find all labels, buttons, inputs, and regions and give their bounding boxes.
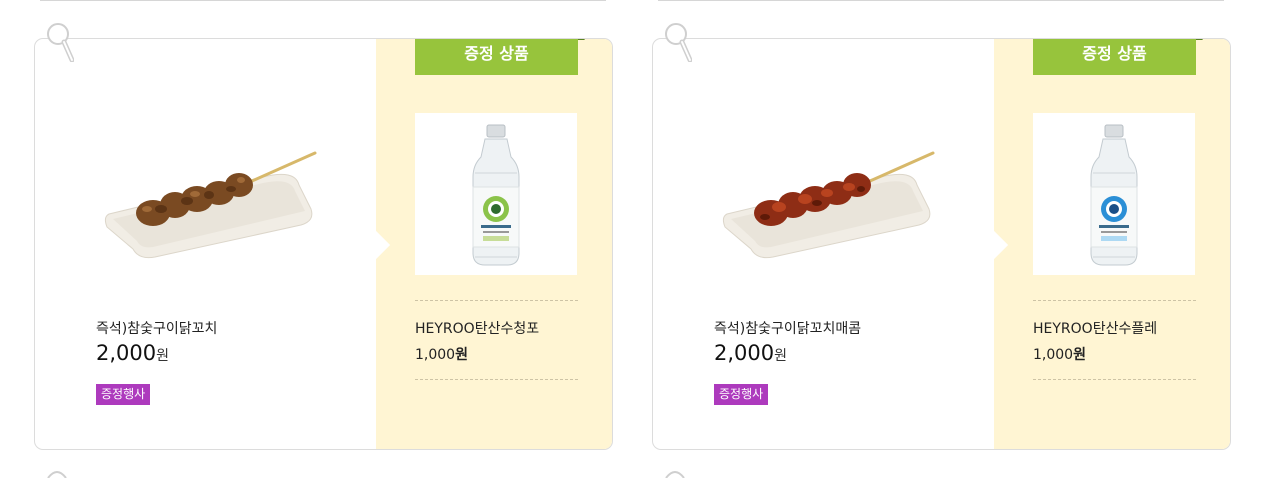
- gift-ribbon: 증정 상품: [415, 39, 585, 75]
- price-value: 2,000: [714, 341, 775, 365]
- product-card-1[interactable]: 즉석)참숯구이닭꼬치 2,000원 증정행사 증정 상품 HEYROO탄산수청포…: [34, 38, 613, 450]
- gift-divider-top: [415, 300, 578, 301]
- magnifier-icon[interactable]: [662, 22, 692, 62]
- price-unit: 원: [156, 348, 170, 364]
- gift-price-unit: 원: [1073, 347, 1086, 363]
- panel-notch: [979, 230, 1009, 260]
- gift-product-price: 1,000원: [1033, 344, 1086, 364]
- gift-product-name[interactable]: HEYROO탄산수청포: [415, 318, 539, 338]
- gift-product-image[interactable]: [415, 113, 577, 275]
- price-unit: 원: [774, 348, 788, 364]
- gift-product-price: 1,000원: [415, 344, 468, 364]
- ribbon-fold: [1196, 39, 1203, 40]
- panel-notch: [361, 230, 391, 260]
- product-name[interactable]: 즉석)참숯구이닭꼬치매콤: [714, 318, 861, 338]
- product-image[interactable]: [721, 139, 941, 259]
- gift-ribbon-label: 증정 상품: [464, 44, 529, 63]
- top-divider-left: [40, 0, 606, 1]
- gift-divider-bottom: [415, 379, 578, 380]
- gift-price-unit: 원: [455, 347, 468, 363]
- product-name[interactable]: 즉석)참숯구이닭꼬치: [96, 318, 217, 338]
- magnifier-icon: [47, 471, 67, 478]
- price-value: 2,000: [96, 341, 157, 365]
- ribbon-fold: [578, 39, 585, 40]
- promo-badge: 증정행사: [96, 384, 151, 405]
- magnifier-icon[interactable]: [44, 22, 74, 62]
- gift-product-name[interactable]: HEYROO탄산수플레: [1033, 318, 1157, 338]
- magnifier-icon: [665, 471, 685, 478]
- product-card-2[interactable]: 즉석)참숯구이닭꼬치매콤 2,000원 증정행사 증정 상품 HEYROO탄산수…: [652, 38, 1231, 450]
- gift-price-value: 1,000: [415, 347, 456, 363]
- gift-ribbon: 증정 상품: [1033, 39, 1203, 75]
- promo-badge: 증정행사: [714, 384, 769, 405]
- gift-divider-top: [1033, 300, 1196, 301]
- product-price: 2,000원: [714, 341, 787, 365]
- top-divider-right: [658, 0, 1224, 1]
- gift-ribbon-label: 증정 상품: [1082, 44, 1147, 63]
- gift-divider-bottom: [1033, 379, 1196, 380]
- product-image[interactable]: [103, 139, 323, 259]
- gift-price-value: 1,000: [1033, 347, 1074, 363]
- product-price: 2,000원: [96, 341, 169, 365]
- gift-product-image[interactable]: [1033, 113, 1195, 275]
